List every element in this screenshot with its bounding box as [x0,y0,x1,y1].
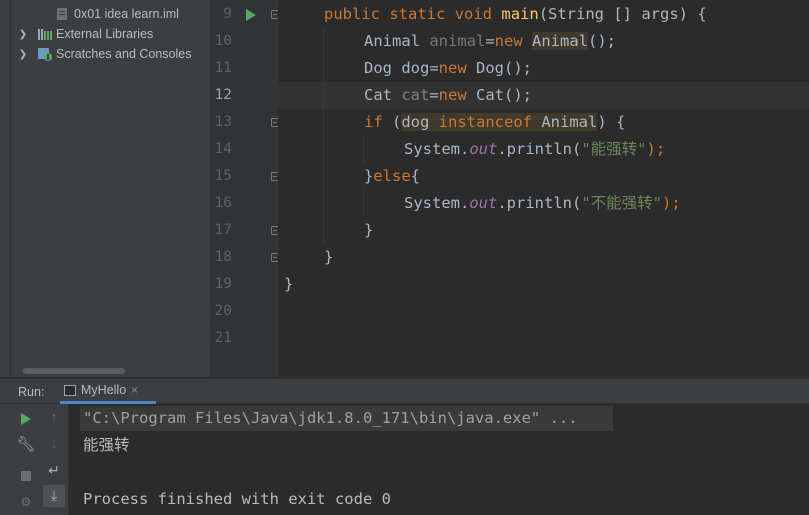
run-gutter-icon[interactable] [246,9,256,21]
tree-item-label: External Libraries [56,27,154,41]
run-toolbar: 🔧︎ ⚙ ↑ ↓ ↵ ⤓ [0,404,69,515]
tree-item-external-libraries[interactable]: ❯ External Libraries [11,24,216,44]
gutter-line: 18 [210,244,279,271]
next-occurrence-button[interactable]: ↓ [43,433,65,455]
stop-button[interactable] [15,465,37,487]
gear-icon: ⚙ [20,495,32,509]
module-file-icon [55,7,71,21]
wrench-icon: 🔧︎ [16,436,36,453]
tab-label: MyHello [81,383,127,397]
gutter-line: 9 [210,1,279,28]
line-number: 15 [214,168,232,184]
code-line-14: System.out.println("能强转"); [404,140,666,158]
code-line-9: public static void main(String [] args) … [324,5,707,23]
previous-occurrence-button[interactable]: ↑ [43,408,65,430]
editor-gutter: 9 10 11 12 13 14 15 16 17 18 19 20 21 [210,0,279,377]
gutter-line: 15 [210,163,279,190]
line-number: 19 [214,276,232,292]
dump-button[interactable]: ⚙ [15,491,37,513]
down-arrow-icon: ↓ [50,435,58,452]
code-line-12: Cat cat=new Cat(); [364,86,532,104]
chevron-right-icon[interactable]: ❯ [17,29,29,40]
line-number: 18 [214,249,232,265]
code-line-19: } [284,275,294,293]
line-number: 14 [214,141,232,157]
up-arrow-icon: ↑ [50,410,58,427]
indent-guide [363,190,364,217]
project-tree-panel: 0x01 idea learn.iml ❯ External Libraries… [11,0,210,377]
gutter-line: 13 [210,109,279,136]
console-command-line: "C:\Program Files\Java\jdk1.8.0_171\bin\… [83,409,578,427]
line-number: 20 [214,303,232,319]
line-number: 17 [214,222,232,238]
gutter-line: 14 [210,136,278,163]
code-line-10: Animal animal=new Animal(); [364,32,617,50]
run-panel-title: Run: [18,385,45,399]
scratches-icon [37,47,53,61]
code-line-17: } [364,221,374,239]
scroll-to-end-button[interactable]: ⤓ [43,485,65,507]
libraries-icon [37,27,53,41]
stop-icon [21,471,31,481]
code-editor[interactable]: public static void main(String [] args) … [278,0,809,377]
code-line-15: }else{ [364,167,421,185]
gutter-line: 17 [210,217,279,244]
gutter-line: 16 [210,190,278,217]
scroll-to-end-icon: ⤓ [50,488,58,504]
run-icon [21,413,31,425]
line-number: 12 [214,87,232,103]
tree-item-label: Scratches and Consoles [56,47,192,61]
tree-item-label: 0x01 idea learn.iml [74,7,179,21]
gutter-line: 10 [210,28,278,55]
run-console[interactable]: "C:\Program Files\Java\jdk1.8.0_171\bin\… [69,404,809,515]
tree-item-scratches[interactable]: ❯ Scratches and Consoles [11,44,216,64]
rerun-button[interactable] [15,408,37,430]
gutter-line: 11 [210,55,278,82]
code-line-16: System.out.println("不能强转"); [404,194,681,212]
line-number: 13 [214,114,232,130]
gutter-line: 12 [210,82,278,109]
line-number: 9 [223,6,232,22]
gutter-line: 19 [210,271,278,298]
gutter-line: 20 [210,298,278,325]
gutter-line: 21 [210,325,278,352]
code-line-13: if (dog instanceof Animal) { [364,113,626,131]
soft-wrap-icon: ↵ [48,463,60,479]
code-line-11: Dog dog=new Dog(); [364,59,532,77]
indent-guide [323,28,324,244]
current-line-highlight [278,82,809,109]
run-tool-header: Run: MyHello × [0,378,809,404]
indent-guide [363,136,364,163]
console-exit-line: Process finished with exit code 0 [83,490,391,508]
console-output-line: 能强转 [83,436,130,454]
line-number: 16 [214,195,232,211]
close-icon[interactable]: × [131,383,138,397]
line-number: 10 [214,33,232,49]
soft-wrap-button[interactable]: ↵ [43,460,65,482]
code-line-18: } [324,248,334,266]
tab-myhello[interactable]: MyHello × [60,379,156,404]
horizontal-scrollbar[interactable] [23,368,125,374]
chevron-right-icon[interactable]: ❯ [17,49,29,60]
left-tool-stripe [0,0,11,377]
console-icon [64,384,76,396]
line-number: 21 [214,330,232,346]
settings-button[interactable]: 🔧︎ [15,433,37,455]
ide-window: 0x01 idea learn.iml ❯ External Libraries… [0,0,809,515]
line-number: 11 [214,60,232,76]
